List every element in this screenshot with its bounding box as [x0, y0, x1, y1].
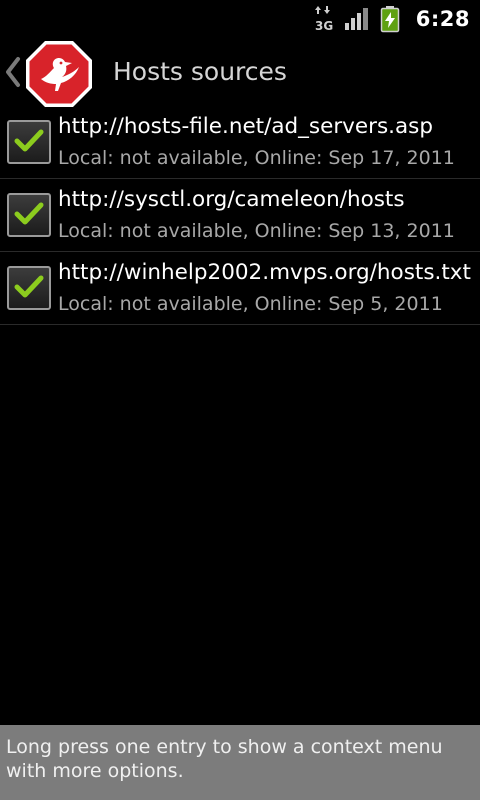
signal-strength-icon: [344, 8, 368, 30]
list-item[interactable]: http://sysctl.org/cameleon/hosts Local: …: [0, 179, 480, 252]
page-title: Hosts sources: [113, 57, 287, 86]
network-type-label: 3G: [315, 19, 333, 33]
up-chevron-icon[interactable]: [4, 56, 22, 88]
list-item[interactable]: http://hosts-file.net/ad_servers.asp Loc…: [0, 106, 480, 179]
status-icons: 3G 6:28: [314, 4, 470, 34]
app-logo-icon[interactable]: [24, 39, 94, 109]
footer-hint: Long press one entry to show a context m…: [0, 725, 480, 800]
checkbox[interactable]: [7, 193, 51, 237]
checkmark-icon: [14, 275, 44, 298]
battery-charging-icon: [380, 6, 400, 33]
source-url: http://sysctl.org/cameleon/hosts: [58, 187, 405, 212]
checkbox[interactable]: [7, 266, 51, 310]
checkmark-icon: [14, 202, 44, 225]
hosts-sources-list: http://hosts-file.net/ad_servers.asp Loc…: [0, 106, 480, 325]
checkbox[interactable]: [7, 120, 51, 164]
data-transfer-3g-icon: 3G: [314, 6, 333, 33]
source-status: Local: not available, Online: Sep 5, 201…: [58, 293, 443, 315]
status-clock: 6:28: [415, 7, 470, 31]
source-url: http://hosts-file.net/ad_servers.asp: [58, 114, 434, 139]
action-bar[interactable]: Hosts sources: [0, 38, 480, 108]
status-bar: 3G 6:28: [0, 0, 480, 38]
list-item[interactable]: http://winhelp2002.mvps.org/hosts.txt Lo…: [0, 252, 480, 325]
source-url: http://winhelp2002.mvps.org/hosts.txt: [58, 260, 471, 285]
source-status: Local: not available, Online: Sep 17, 20…: [58, 147, 455, 169]
source-status: Local: not available, Online: Sep 13, 20…: [58, 220, 455, 242]
checkmark-icon: [14, 129, 44, 152]
